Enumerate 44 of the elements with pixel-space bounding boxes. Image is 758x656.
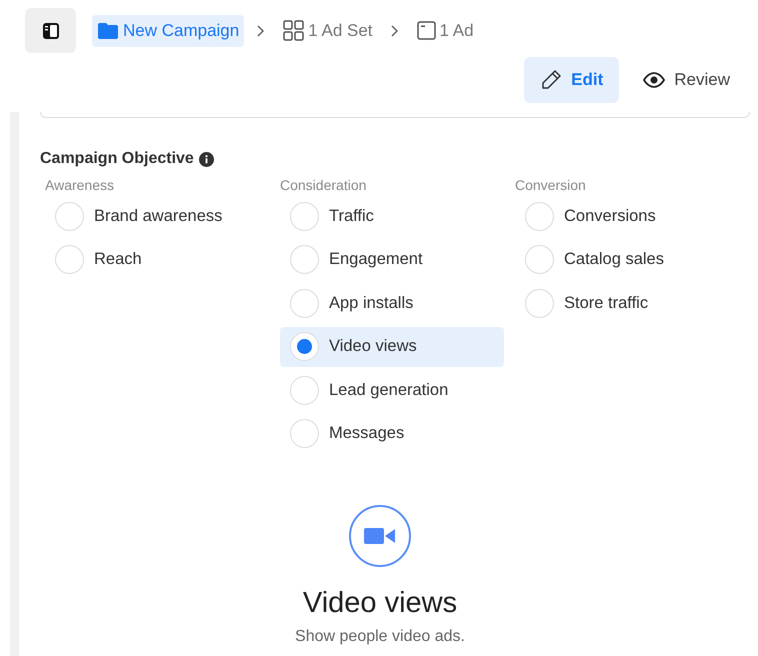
objective-option[interactable]: Lead generation — [280, 370, 504, 410]
radio-button[interactable] — [290, 288, 319, 318]
breadcrumb-item[interactable]: 1 Ad Set — [278, 14, 378, 47]
objective-option[interactable]: App installs — [280, 283, 504, 323]
radio-button[interactable] — [55, 202, 84, 230]
radio-button[interactable] — [525, 288, 554, 318]
objective-option[interactable]: Conversions — [515, 196, 739, 236]
objective-option[interactable]: Traffic — [280, 196, 504, 236]
radio-button[interactable] — [290, 376, 319, 404]
radio-button[interactable] — [525, 202, 554, 230]
objective-option[interactable]: Messages — [280, 414, 504, 454]
radio-button[interactable] — [55, 245, 84, 274]
radio-button[interactable] — [290, 419, 319, 448]
sidebar-icon — [42, 22, 60, 40]
grid-icon — [283, 20, 304, 41]
objective-option[interactable]: Brand awareness — [45, 196, 269, 236]
objective-description: Show people video ads. — [295, 628, 465, 646]
radio-button[interactable] — [525, 245, 554, 274]
eye-icon — [643, 72, 666, 88]
chevron-icon — [256, 24, 266, 38]
video-camera-icon — [349, 505, 411, 567]
section-title: Campaign Objective — [40, 150, 194, 168]
objective-option[interactable]: Engagement — [280, 240, 504, 280]
group-heading: Conversion — [515, 177, 587, 193]
edit-button[interactable]: Edit — [524, 57, 620, 103]
objective-option[interactable]: Video views — [280, 326, 504, 366]
radio-button[interactable] — [290, 245, 319, 274]
objective-title: Video views — [302, 587, 458, 620]
radio-button[interactable] — [290, 332, 319, 361]
breadcrumb-item[interactable]: 1 Ad — [412, 14, 479, 46]
group-heading: Consideration — [280, 177, 368, 193]
pencil-icon — [540, 69, 562, 91]
group-heading: Awareness — [45, 177, 116, 193]
radio-button[interactable] — [290, 202, 319, 230]
chevron-icon — [390, 24, 400, 38]
objective-option[interactable]: Store traffic — [515, 283, 739, 323]
sidebar-toggle-button[interactable] — [25, 8, 76, 53]
objective-option[interactable]: Catalog sales — [515, 240, 739, 280]
folder-icon — [97, 22, 119, 40]
review-button[interactable]: Review — [627, 57, 746, 103]
info-icon — [198, 152, 214, 166]
breadcrumb-item[interactable]: New Campaign — [92, 14, 244, 46]
window-icon — [416, 21, 436, 40]
objective-option[interactable]: Reach — [45, 240, 269, 280]
